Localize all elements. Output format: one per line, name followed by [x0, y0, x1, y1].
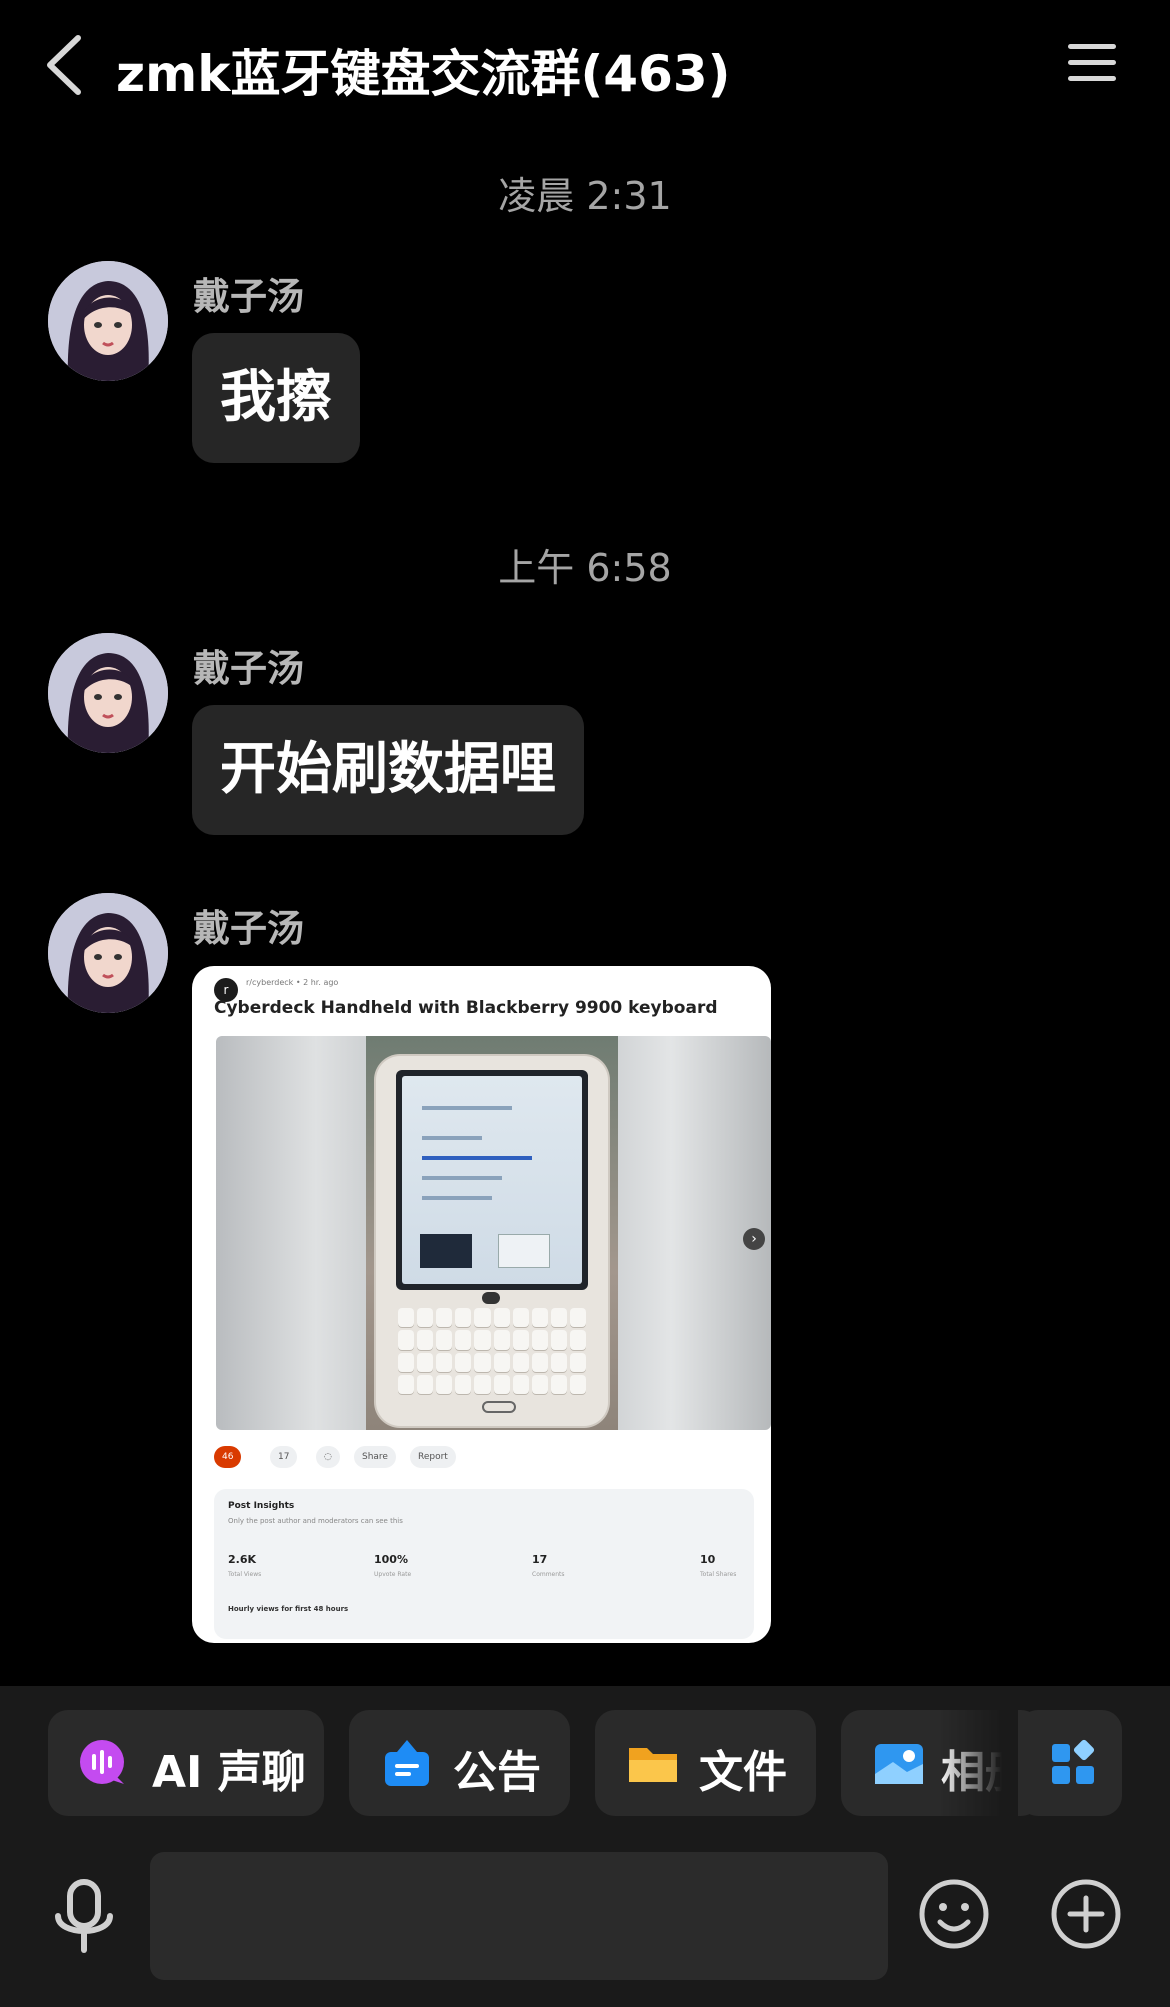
message-input[interactable]: [150, 1852, 888, 1980]
group-title: zmk蓝牙键盘交流群(463): [116, 45, 731, 103]
apps-button[interactable]: [1018, 1710, 1122, 1816]
announcement-icon: [385, 1740, 429, 1786]
stat-label: Total Shares: [700, 1571, 737, 1578]
award-icon: ◌: [316, 1446, 340, 1468]
post-meta: r/cyberdeck • 2 hr. ago: [246, 978, 339, 987]
input-row: [0, 1848, 1170, 1988]
vote-count: 46: [214, 1446, 242, 1468]
share-label: Share: [354, 1446, 396, 1468]
avatar[interactable]: [48, 633, 168, 753]
comment-count: 17: [270, 1446, 298, 1468]
chip-announcement[interactable]: 公告: [349, 1710, 570, 1816]
avatar[interactable]: [48, 261, 168, 381]
stat-label: Upvote Rate: [374, 1571, 412, 1578]
sender-name: 戴子汤: [193, 275, 304, 318]
handheld-device-image: [376, 1056, 608, 1426]
sender-name: 戴子汤: [193, 907, 304, 950]
chat-toolbar: AI 声聊 公告 文件 相册: [0, 1686, 1170, 2007]
chip-label: AI 声聊: [152, 1747, 306, 1798]
chip-files[interactable]: 文件: [595, 1710, 816, 1816]
chat-header: zmk蓝牙键盘交流群(463): [0, 0, 1170, 130]
stat-value: 17: [532, 1553, 548, 1566]
microphone-icon[interactable]: [52, 1878, 116, 1956]
plus-circle-icon[interactable]: [1050, 1878, 1122, 1950]
message-timestamp: 上午 6:58: [498, 546, 672, 590]
apps-grid-icon: [1052, 1739, 1095, 1784]
insights-subtitle: Only the post author and moderators can …: [228, 1517, 403, 1525]
chip-ai-voice-chat[interactable]: AI 声聊: [48, 1710, 324, 1816]
hourly-views-label: Hourly views for first 48 hours: [228, 1605, 349, 1613]
chip-scroll-fade: [938, 1710, 1018, 1816]
post-actions: 46 17 ◌ Share Report: [214, 1446, 754, 1468]
emoji-icon[interactable]: [918, 1878, 990, 1950]
post-title: Cyberdeck Handheld with Blackberry 9900 …: [214, 998, 718, 1018]
stat-value: 10: [700, 1553, 716, 1566]
ai-voice-chat-icon: [80, 1740, 124, 1784]
chevron-right-icon: ›: [743, 1228, 765, 1250]
message-timestamp: 凌晨 2:31: [498, 174, 672, 218]
stat-label: Comments: [532, 1571, 565, 1578]
message-bubble[interactable]: 我擦: [192, 333, 360, 463]
chevron-left-icon[interactable]: [38, 30, 98, 100]
report-label: Report: [410, 1446, 456, 1468]
message-bubble[interactable]: 开始刷数据哩: [192, 705, 584, 835]
chip-label: 文件: [699, 1747, 787, 1798]
post-photo: ›: [216, 1036, 771, 1430]
post-insights: Post Insights Only the post author and m…: [214, 1489, 754, 1639]
insights-title: Post Insights: [228, 1501, 295, 1511]
folder-icon: [629, 1748, 677, 1782]
avatar[interactable]: [48, 893, 168, 1013]
photo-album-icon: [875, 1744, 923, 1784]
device-screen: [396, 1070, 588, 1290]
chip-label: 公告: [453, 1747, 541, 1798]
sender-name: 戴子汤: [193, 647, 304, 690]
image-message[interactable]: r r/cyberdeck • 2 hr. ago Cyberdeck Hand…: [192, 966, 771, 1643]
stat-value: 2.6K: [228, 1553, 257, 1566]
stat-label: Total Views: [228, 1571, 262, 1578]
stat-value: 100%: [374, 1553, 408, 1566]
hamburger-menu-icon[interactable]: [1066, 38, 1118, 90]
